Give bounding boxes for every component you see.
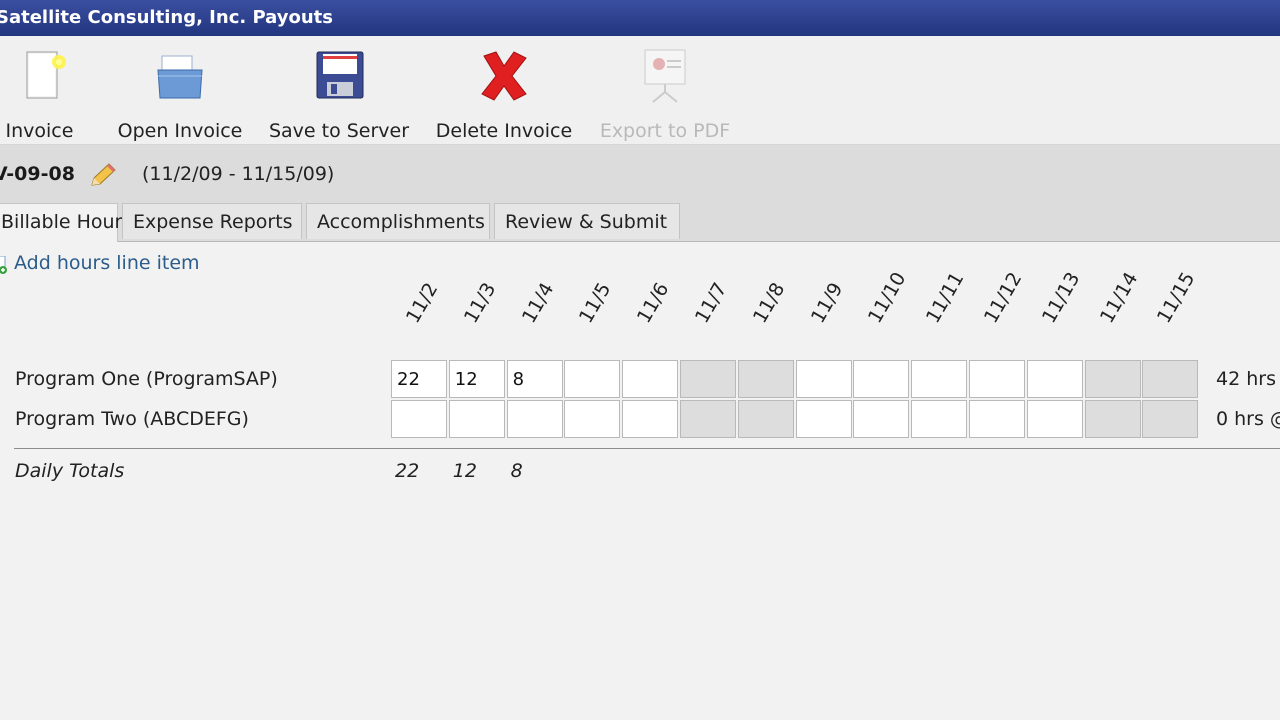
export-to-pdf-label: Export to PDF [599,120,731,142]
delete-x-icon [481,51,527,101]
day-header: 11/7 [690,279,732,327]
open-invoice-label: Open Invoice [117,120,243,142]
open-folder-icon [157,55,203,99]
hours-cell[interactable] [911,400,968,438]
tab-billable-hours[interactable]: Billable Hours [0,203,132,242]
hours-cell[interactable] [1026,400,1083,438]
daily-total-value: 12 [452,460,477,482]
day-header: 11/3 [459,279,501,327]
open-invoice-button[interactable]: Open Invoice [116,46,244,142]
hours-cell[interactable] [1084,400,1141,438]
totals-divider [14,448,1280,449]
presentation-board-icon [644,49,686,103]
save-to-server-button[interactable]: Save to Server [266,46,412,142]
hours-cell[interactable] [391,360,447,398]
hours-cell[interactable] [391,400,447,438]
invoice-info-bar: INV-09-08 (11/2/09 - 11/15/09) [0,145,1280,203]
hours-cell[interactable] [506,400,563,438]
day-header: 11/9 [806,279,847,327]
toolbar: New Invoice Open Invoice Save to Server … [0,36,1280,145]
hours-cell[interactable] [969,400,1025,438]
add-hours-label: Add hours line item [14,252,200,274]
day-header: 11/12 [979,268,1027,327]
hours-cell[interactable] [795,400,852,438]
day-header: 11/4 [517,279,558,327]
hours-cell[interactable] [1142,360,1199,398]
window-title: Satellite Consulting, Inc. Payouts [0,7,333,28]
row-total: 42 hrs [1216,368,1276,390]
hours-cell[interactable] [911,360,968,398]
daily-totals-label: Daily Totals [15,460,125,482]
hours-cell[interactable] [1084,360,1141,398]
tab-expense-reports[interactable]: Expense Reports [122,203,302,239]
day-header: 11/15 [1153,268,1200,327]
hours-cell[interactable] [448,360,505,398]
floppy-disk-icon [316,51,364,99]
day-header: 11/13 [1037,268,1085,327]
day-header: 11/10 [864,268,911,327]
row-label: Program One (ProgramSAP) [15,368,278,390]
hours-cell[interactable] [680,360,736,398]
new-invoice-label: New Invoice [0,120,74,142]
row-total: 0 hrs @ [1216,408,1280,430]
tab-bar: Billable Hours Expense Reports Accomplis… [0,203,1280,242]
day-header: 11/11 [922,268,969,327]
day-header: 11/6 [633,279,674,327]
hours-cell[interactable] [853,400,910,438]
hours-cell[interactable] [853,360,910,398]
pencil-edit-icon[interactable] [88,161,118,189]
hours-cell[interactable] [564,400,621,438]
invoice-period: (11/2/09 - 11/15/09) [142,163,335,185]
hours-cell[interactable] [622,400,679,438]
daily-total-value: 8 [510,460,523,482]
delete-invoice-label: Delete Invoice [435,120,573,142]
new-invoice-button[interactable]: New Invoice [0,46,98,142]
day-header: 11/5 [575,279,616,327]
hours-cell[interactable] [1142,400,1199,438]
row-label: Program Two (ABCDEFG) [15,408,249,430]
hours-cell[interactable] [506,360,563,398]
day-header: 11/2 [401,279,443,327]
hours-cell[interactable] [969,360,1025,398]
hours-cell[interactable] [622,360,679,398]
day-header: 11/14 [1095,268,1142,327]
daily-total-value: 22 [395,460,420,482]
new-document-icon [26,51,66,99]
tab-review-submit[interactable]: Review & Submit [494,203,680,239]
delete-invoice-button[interactable]: Delete Invoice [434,46,574,142]
window-title-bar: Satellite Consulting, Inc. Payouts [0,0,1280,36]
day-header: 11/8 [748,279,790,327]
hours-cell[interactable] [737,360,794,398]
export-to-pdf-button[interactable]: Export to PDF [598,46,732,142]
hours-cell[interactable] [680,400,736,438]
hours-cell[interactable] [564,360,621,398]
invoice-id: INV-09-08 [0,163,75,185]
hours-cell[interactable] [737,400,794,438]
hours-cell[interactable] [795,360,852,398]
add-document-icon [0,256,7,274]
tab-accomplishments[interactable]: Accomplishments [306,203,490,239]
hours-cell[interactable] [1026,360,1083,398]
save-to-server-label: Save to Server [268,120,410,142]
hours-cell[interactable] [448,400,505,438]
